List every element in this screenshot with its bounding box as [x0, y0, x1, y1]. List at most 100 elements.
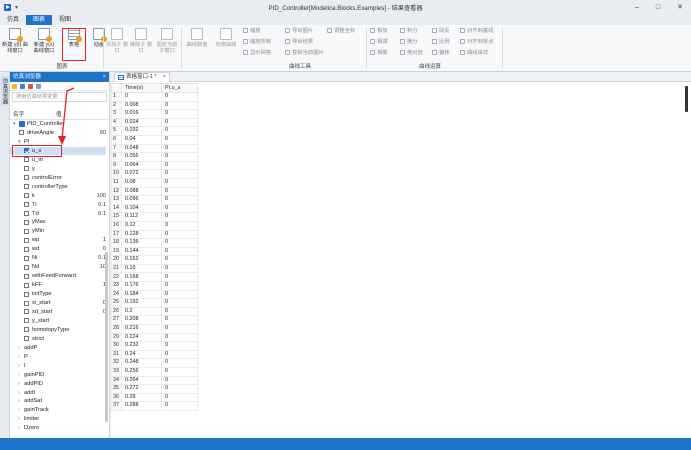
value-cell[interactable]: 0 — [161, 298, 198, 308]
table-row[interactable]: 22 0.168 0 — [111, 272, 198, 283]
row-index-cell[interactable]: 3 — [111, 109, 122, 119]
table-row[interactable]: 10 0.072 0 — [111, 169, 198, 179]
copy-image-button[interactable]: 复制当前图片 — [285, 49, 324, 57]
table-row[interactable]: 37 0.288 0 — [111, 401, 198, 411]
variable-checkbox[interactable] — [24, 246, 29, 252]
time-cell[interactable]: 0.24 — [121, 349, 162, 360]
variable-checkbox[interactable] — [24, 291, 29, 297]
time-cell[interactable]: 0.152 — [121, 255, 162, 265]
value-cell[interactable]: 0 — [161, 220, 198, 231]
value-cell[interactable]: 0 — [161, 332, 198, 343]
export-result-button[interactable]: 导出结果 — [285, 38, 313, 46]
time-cell[interactable]: 0.264 — [121, 375, 162, 386]
expand-icon[interactable]: ▾ — [13, 120, 16, 128]
tree-node[interactable]: › P — [10, 353, 106, 361]
variable-checkbox[interactable] — [24, 184, 29, 190]
value-cell[interactable]: 0 — [161, 109, 198, 119]
variable-checkbox[interactable] — [24, 202, 29, 208]
close-tab-icon[interactable]: × — [163, 73, 166, 82]
variable-checkbox[interactable] — [24, 219, 29, 225]
zoom-button[interactable]: 缩放 — [243, 27, 261, 35]
value-cell[interactable]: 0 — [161, 281, 198, 291]
envelope-curve-button[interactable]: 包络曲线 — [213, 27, 239, 63]
variable-checkbox[interactable] — [24, 211, 29, 216]
derivative-button[interactable]: 微分 — [400, 38, 418, 46]
value-cell[interactable]: 0 — [161, 92, 198, 102]
time-cell[interactable]: 0.192 — [121, 298, 162, 308]
tree-node[interactable]: controllerType — [10, 183, 106, 191]
maximize-button[interactable]: □ — [649, 0, 667, 14]
row-index-cell[interactable]: 27 — [111, 315, 122, 326]
value-cell[interactable]: 0 — [161, 177, 198, 188]
tree-node[interactable]: xi_start 0 — [10, 299, 106, 307]
time-cell[interactable]: 0.096 — [121, 195, 162, 205]
value-cell[interactable]: 0 — [161, 100, 198, 111]
variable-checkbox[interactable] — [24, 318, 29, 324]
time-cell[interactable]: 0.12 — [121, 220, 162, 231]
multiply-curves-button[interactable]: 相乘 — [370, 49, 388, 57]
time-cell[interactable]: 0.064 — [121, 160, 162, 171]
value-cell[interactable]: 0 — [161, 392, 198, 403]
value-cell[interactable]: 0 — [161, 341, 198, 351]
table-row[interactable]: 12 0.088 0 — [111, 186, 198, 197]
time-cell[interactable]: 0.2 — [121, 306, 162, 317]
subtract-curves-button[interactable]: 相减 — [370, 38, 388, 46]
table-row[interactable]: 36 0.28 0 — [111, 392, 198, 403]
value-cell[interactable]: 0 — [161, 358, 198, 368]
time-cell[interactable]: 0.112 — [121, 212, 162, 222]
row-index-cell[interactable]: 23 — [111, 281, 122, 291]
tree-node[interactable]: kFF 1 — [10, 281, 106, 289]
expand-icon[interactable]: › — [18, 353, 20, 361]
value-cell[interactable]: 0 — [161, 186, 198, 197]
row-index-cell[interactable]: 33 — [111, 367, 122, 377]
tree-node[interactable]: yMax — [10, 218, 106, 226]
value-cell[interactable]: 0 — [161, 143, 198, 154]
value-cell[interactable]: 0 — [161, 401, 198, 411]
variable-checkbox[interactable] — [24, 273, 29, 279]
minimize-button[interactable]: – — [628, 0, 646, 14]
offset-button[interactable]: 偏移 — [432, 49, 450, 57]
tree-node[interactable]: u_m — [10, 156, 106, 164]
remove-subwindow-button[interactable]: 移除子 窗口 — [128, 27, 154, 63]
time-cell[interactable]: 0.136 — [121, 238, 162, 248]
tree-node[interactable]: › gainPID — [10, 371, 106, 379]
time-cell[interactable]: 0.104 — [121, 203, 162, 214]
table-row[interactable]: 11 0.08 0 — [111, 177, 198, 188]
table-row[interactable]: 35 0.272 0 — [111, 384, 198, 394]
table-row[interactable]: 23 0.176 0 — [111, 281, 198, 291]
table-row[interactable]: 18 0.136 0 — [111, 238, 198, 248]
add-curves-button[interactable]: 相加 — [370, 27, 388, 35]
negate-button[interactable]: 取反 — [432, 27, 450, 35]
variable-search-input[interactable]: 搜索仿真结果变量 — [12, 92, 107, 102]
value-cell[interactable]: 0 — [161, 306, 198, 317]
table-row[interactable]: 100 — [111, 92, 198, 102]
row-index-cell[interactable]: 37 — [111, 401, 122, 411]
value-cell[interactable]: 0 — [161, 195, 198, 205]
time-cell[interactable]: 0.224 — [121, 332, 162, 343]
variable-checkbox[interactable] — [24, 228, 29, 234]
variable-checkbox[interactable] — [19, 130, 24, 136]
expand-icon[interactable]: › — [18, 362, 20, 370]
panel-close-button[interactable]: × — [103, 72, 106, 82]
row-index-cell[interactable]: 4 — [111, 117, 122, 128]
add-subwindow-button[interactable]: 添加子 窗口 — [104, 27, 130, 63]
row-index-cell[interactable]: 10 — [111, 169, 122, 179]
table-row[interactable]: 13 0.096 0 — [111, 195, 198, 205]
tree-node[interactable]: › gainTrack — [10, 406, 106, 414]
table-row[interactable]: 30 0.232 0 — [111, 341, 198, 351]
row-index-cell[interactable]: 36 — [111, 392, 122, 403]
table-row[interactable]: 25 0.192 0 — [111, 298, 198, 308]
expand-icon[interactable]: › — [18, 406, 20, 414]
row-index-cell[interactable]: 30 — [111, 341, 122, 351]
row-index-cell[interactable]: 9 — [111, 160, 122, 171]
filter-icon[interactable] — [36, 83, 41, 89]
table-row[interactable]: 4 0.024 0 — [111, 117, 198, 128]
time-cell[interactable]: 0.168 — [121, 272, 162, 283]
row-index-cell[interactable]: 8 — [111, 152, 122, 162]
tree-node[interactable]: Ni 0.1 — [10, 254, 106, 262]
panel-scrollbar[interactable] — [105, 252, 108, 422]
expand-icon[interactable]: › — [18, 415, 20, 423]
tab-table-window[interactable]: 表格窗口-1 * × — [114, 72, 170, 82]
value-cell[interactable]: 0 — [161, 349, 198, 360]
time-cell[interactable]: 0.208 — [121, 315, 162, 326]
